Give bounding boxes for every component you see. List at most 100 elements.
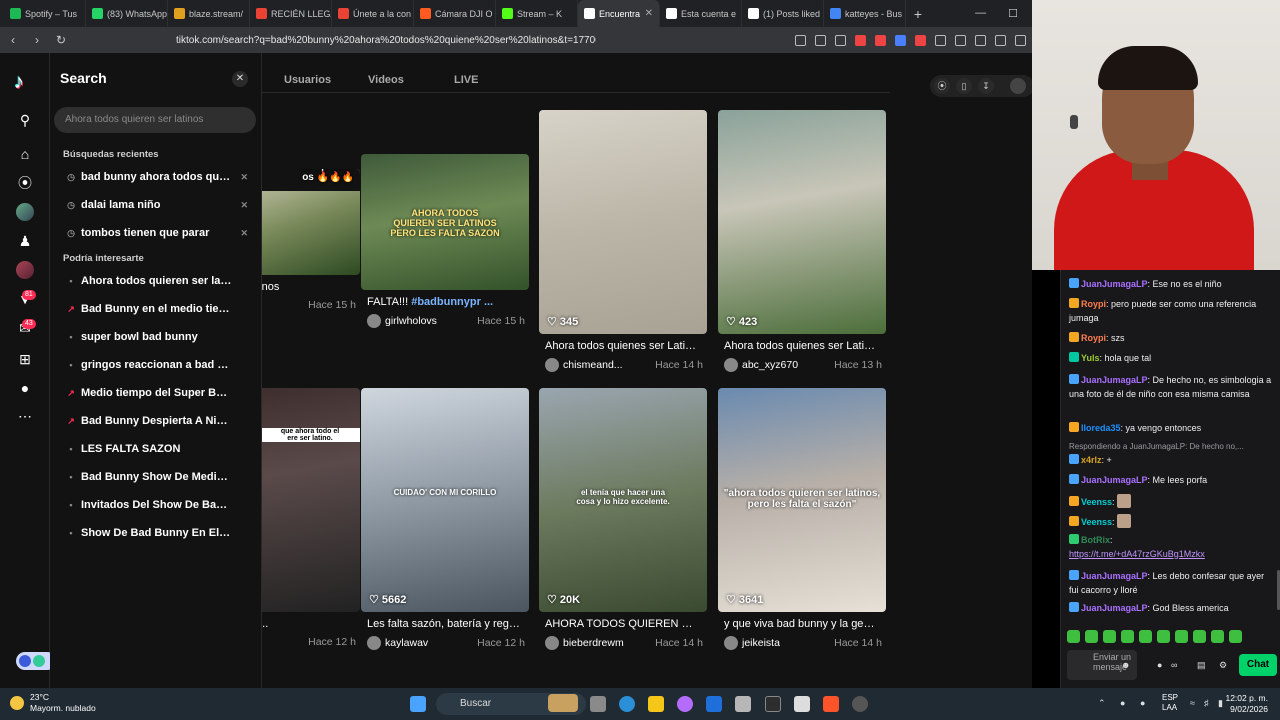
- chat-link[interactable]: https://t.me/+dA47rzGKuBg1Mzkx: [1069, 549, 1205, 559]
- profile-avatar-icon[interactable]: [1010, 78, 1026, 94]
- suggested-search-item[interactable]: • LES FALTA SAZON: [66, 439, 258, 459]
- media-icon[interactable]: [955, 34, 966, 46]
- close-icon[interactable]: ✕: [232, 71, 248, 87]
- video-thumbnail[interactable]: el tenía que hacer una cosa y lo hizo ex…: [539, 388, 707, 612]
- file-explorer-icon[interactable]: [648, 696, 664, 712]
- sidebar-icon[interactable]: [975, 34, 986, 46]
- suggested-search-item[interactable]: • Show De Bad Bunny En El Sup...: [66, 523, 258, 543]
- emote-icon[interactable]: [1085, 630, 1098, 643]
- author-avatar[interactable]: [545, 358, 559, 372]
- tab-videos[interactable]: Videos: [368, 74, 404, 86]
- maximize-icon[interactable]: ☐: [1008, 7, 1018, 20]
- extension-translate-icon[interactable]: [895, 34, 906, 46]
- friends-icon[interactable]: ♟: [16, 232, 34, 250]
- obs-icon[interactable]: [852, 696, 868, 712]
- wifi-icon[interactable]: ≈: [1190, 698, 1195, 708]
- browser-tab[interactable]: (83) WhatsApp: [86, 0, 168, 27]
- chat-username[interactable]: JuanJumagaLP: [1081, 279, 1148, 289]
- download-icon[interactable]: ↧: [978, 78, 994, 94]
- chat-username[interactable]: Roypi: [1081, 299, 1106, 309]
- video-title[interactable]: stcoltiktoker ...: [262, 618, 352, 630]
- browser-tab[interactable]: Spotify – Tus: [4, 0, 86, 27]
- author-name[interactable]: chismeand...: [563, 359, 623, 371]
- tiktok-logo-icon[interactable]: ♪: [14, 71, 24, 94]
- emote-icon[interactable]: [1229, 630, 1242, 643]
- video-thumbnail[interactable]: CUIDAO' CON MI CORILLO ♡ 5662: [361, 388, 529, 612]
- suggested-search-item[interactable]: • Invitados Del Show De Bad Bu...: [66, 495, 258, 515]
- remove-icon[interactable]: ✕: [240, 228, 258, 239]
- browser-tab[interactable]: katteyes - Bus: [824, 0, 906, 27]
- chat-username[interactable]: lloreda35: [1081, 423, 1121, 433]
- url-field[interactable]: tiktok.com/search?q=bad%20bunny%20ahora%…: [176, 35, 596, 46]
- emote-icon[interactable]: [1067, 630, 1080, 643]
- emote-icon[interactable]: [1103, 630, 1116, 643]
- emote-icon[interactable]: [1139, 630, 1152, 643]
- suggested-search-item[interactable]: ↗ Bad Bunny Despierta A Niño E...: [66, 411, 258, 431]
- video-card[interactable]: que ahora todo el ere ser latino. stcolti…: [262, 388, 360, 648]
- emote-icon[interactable]: [1175, 630, 1188, 643]
- battery-icon[interactable]: ▮: [1218, 698, 1223, 709]
- new-tab-icon[interactable]: +: [906, 6, 930, 22]
- start-icon[interactable]: [410, 696, 426, 712]
- emoji-icon[interactable]: ☻: [1121, 660, 1131, 670]
- chat-username[interactable]: Veenss: [1081, 497, 1112, 507]
- author-avatar[interactable]: [367, 314, 381, 328]
- author-avatar[interactable]: [724, 636, 738, 650]
- remove-icon[interactable]: ✕: [240, 172, 258, 183]
- tray-app-icon[interactable]: ●: [1120, 698, 1125, 708]
- points-icon[interactable]: ●: [1157, 660, 1167, 670]
- tab-live[interactable]: LIVE: [454, 74, 478, 86]
- emote-icon[interactable]: [1211, 630, 1224, 643]
- video-card[interactable]: ♡ 345 Ahora todos quienes ser Latin... chi…: [539, 110, 707, 372]
- browser-tab[interactable]: blaze.stream/: [168, 0, 250, 27]
- tray-app-icon-2[interactable]: ●: [1140, 698, 1145, 708]
- edge-icon[interactable]: [619, 696, 635, 712]
- close-tab-icon[interactable]: ✕: [645, 8, 653, 19]
- browser-tab[interactable]: RECIÉN LLEGA: [250, 0, 332, 27]
- search-input[interactable]: [54, 107, 256, 133]
- reload-icon[interactable]: ↻: [54, 33, 68, 47]
- glasses-icon[interactable]: ∞: [1171, 660, 1181, 670]
- suggested-search-item[interactable]: ↗ Bad Bunny en el medio tiempo...: [66, 299, 258, 319]
- clock[interactable]: 12:02 p. m. 9/02/2026: [1225, 693, 1268, 715]
- language-indicator[interactable]: ESP LAA: [1162, 693, 1178, 713]
- capcut-icon[interactable]: [794, 696, 810, 712]
- chat-username[interactable]: Roypi: [1081, 333, 1106, 343]
- translate-icon[interactable]: [795, 34, 806, 46]
- author-name[interactable]: bieberdrewm: [563, 637, 624, 649]
- chat-username[interactable]: Veenss: [1081, 517, 1112, 527]
- home-icon[interactable]: ⌂: [16, 145, 34, 163]
- share-icon[interactable]: [815, 34, 826, 46]
- copilot-icon[interactable]: [677, 696, 693, 712]
- browser-tab[interactable]: Stream – K: [496, 0, 578, 27]
- video-title[interactable]: Ahora todos quienes ser Latino...: [718, 340, 878, 352]
- video-thumbnail[interactable]: "ahora todos quieren ser latinos, pero l…: [718, 388, 886, 612]
- video-card[interactable]: CUIDAO' CON MI CORILLO ♡ 5662 Les falta sa…: [361, 388, 529, 650]
- suggested-search-item[interactable]: • gringos reaccionan a bad bun...: [66, 355, 258, 375]
- back-icon[interactable]: ‹: [6, 33, 20, 47]
- suggested-search-item[interactable]: • Bad Bunny Show De Medio Ti...: [66, 467, 258, 487]
- emote-icon[interactable]: [1193, 630, 1206, 643]
- author-avatar[interactable]: [367, 636, 381, 650]
- suggested-search-item[interactable]: • super bowl bad bunny: [66, 327, 258, 347]
- video-title[interactable]: Les falta sazón, batería y regg...: [361, 618, 521, 630]
- mobile-icon[interactable]: ▯: [956, 78, 972, 94]
- video-card[interactable]: AHORA TODOS QUIEREN SER LATINOS PERO LES…: [361, 154, 529, 328]
- video-thumbnail[interactable]: AHORA TODOS QUIEREN SER LATINOS PERO LES…: [361, 154, 529, 290]
- author-name[interactable]: abc_xyz670: [742, 359, 798, 371]
- forward-icon[interactable]: ›: [30, 33, 44, 47]
- minimize-icon[interactable]: —: [975, 7, 986, 20]
- chat-username[interactable]: x4rlz: [1081, 455, 1102, 465]
- video-card[interactable]: los quieren os 🔥🔥🔥 ieren ser Latinos Hace …: [262, 169, 360, 311]
- video-thumbnail[interactable]: los quieren os 🔥🔥🔥: [262, 169, 360, 275]
- tray-chevron-icon[interactable]: ⌃: [1098, 698, 1106, 709]
- chat-username[interactable]: BotRix: [1081, 535, 1110, 545]
- author-name[interactable]: jeikeista: [742, 637, 780, 649]
- settings-icon[interactable]: ⚙: [1219, 660, 1229, 670]
- wallet-icon[interactable]: [995, 34, 1006, 46]
- video-title[interactable]: ieren ser Latinos: [262, 281, 352, 293]
- author-name[interactable]: girlwholovs: [385, 315, 437, 327]
- chat-username[interactable]: JuanJumagaLP: [1081, 571, 1148, 581]
- chat-username[interactable]: JuanJumagaLP: [1081, 375, 1148, 385]
- hashtag-link[interactable]: #badbunnypr ...: [411, 296, 493, 308]
